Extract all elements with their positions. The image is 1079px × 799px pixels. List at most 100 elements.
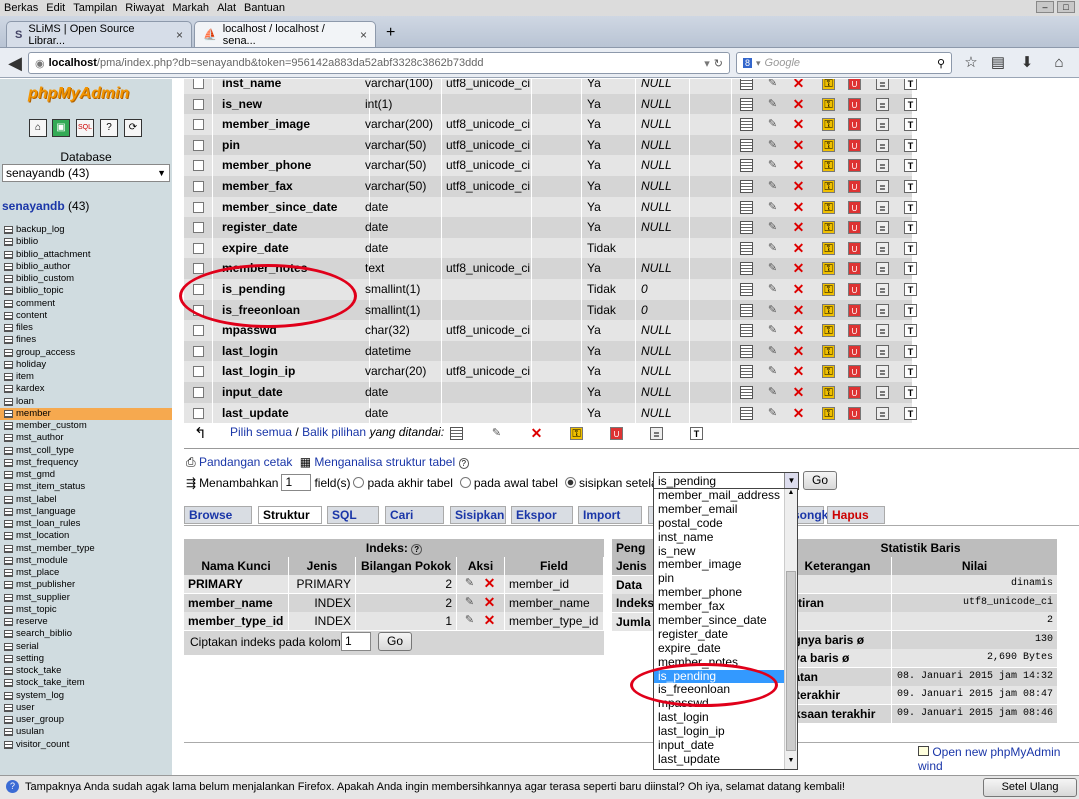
table-icon[interactable] — [4, 422, 13, 431]
index-icon[interactable]: ≣ — [876, 138, 889, 152]
table-icon[interactable] — [4, 434, 13, 443]
table-icon[interactable] — [4, 520, 13, 529]
index-icon[interactable]: ≣ — [876, 365, 889, 379]
subtab-browse[interactable]: Browse — [184, 506, 252, 524]
bulk-primary-key-icon[interactable]: ⚿ — [570, 427, 583, 440]
sidebar-table-member_custom[interactable]: member_custom — [0, 420, 172, 432]
sidebar-table-mst_label[interactable]: mst_label — [0, 494, 172, 506]
dropdown-option-member_notes[interactable]: member_notes — [654, 655, 784, 670]
table-icon[interactable] — [4, 728, 13, 737]
sidebar-table-mst_loan_rules[interactable]: mst_loan_rules — [0, 518, 172, 530]
close-tab-icon[interactable]: × — [176, 28, 183, 42]
sidebar-table-stock_take[interactable]: stock_take — [0, 665, 172, 677]
row-checkbox[interactable] — [193, 181, 204, 192]
drop-icon[interactable]: ✕ — [792, 303, 805, 317]
sidebar-table-mst_module[interactable]: mst_module — [0, 555, 172, 567]
field-count-input[interactable]: 1 — [281, 474, 312, 491]
row-checkbox[interactable] — [193, 263, 204, 275]
radio-end[interactable] — [353, 477, 365, 488]
sidebar-table-mst_author[interactable]: mst_author — [0, 432, 172, 444]
table-icon[interactable] — [4, 532, 13, 541]
radio-begin[interactable] — [459, 477, 471, 488]
edit-index-icon[interactable]: ✎ — [463, 596, 476, 609]
browse-icon[interactable] — [740, 324, 753, 338]
fulltext-icon[interactable]: T — [904, 303, 917, 317]
row-checkbox[interactable] — [193, 119, 204, 131]
sidebar-table-stock_take_item[interactable]: stock_take_item — [0, 677, 172, 689]
sidebar-table-mst_publisher[interactable]: mst_publisher — [0, 579, 172, 591]
sidebar-table-mst_supplier[interactable]: mst_supplier — [0, 592, 172, 604]
table-icon[interactable] — [4, 275, 13, 284]
reset-firefox-button[interactable]: Setel Ulang Firefox... — [983, 778, 1077, 799]
database-select[interactable]: senayandb (43) ▼ — [2, 164, 170, 182]
browse-icon[interactable] — [740, 180, 753, 193]
table-icon[interactable] — [4, 238, 13, 247]
reload-nav-icon[interactable]: ⟳ — [124, 119, 142, 137]
drop-icon[interactable]: ✕ — [792, 406, 805, 420]
browse-icon[interactable] — [740, 221, 753, 235]
edit-icon[interactable]: ✎ — [766, 221, 779, 234]
sidebar-table-mst_member_type[interactable]: mst_member_type — [0, 543, 172, 555]
table-icon[interactable] — [4, 348, 13, 357]
sidebar-table-biblio_attachment[interactable]: biblio_attachment — [0, 249, 172, 261]
edit-icon[interactable]: ✎ — [766, 283, 779, 296]
menu-tampilan[interactable]: Tampilan — [73, 2, 117, 14]
table-icon[interactable] — [4, 630, 13, 639]
sidebar-table-backup_log[interactable]: backup_log — [0, 224, 172, 236]
table-icon[interactable] — [4, 336, 13, 345]
table-icon[interactable] — [4, 483, 13, 492]
google-icon[interactable]: 8 — [743, 58, 753, 68]
menu-markah[interactable]: Markah — [172, 2, 209, 14]
sql-icon[interactable]: SQL — [76, 119, 94, 137]
browse-icon[interactable] — [740, 138, 753, 152]
table-icon[interactable] — [4, 703, 13, 712]
index-icon[interactable]: ≣ — [876, 180, 889, 193]
drop-icon[interactable]: ✕ — [792, 282, 805, 296]
drop-index-icon[interactable]: ✕ — [483, 613, 496, 627]
dropdown-option-member_email[interactable]: member_email — [654, 502, 784, 517]
fulltext-icon[interactable]: T — [904, 159, 917, 173]
help-icon[interactable]: ? — [458, 458, 469, 469]
subtab-hapus[interactable]: Hapus — [827, 506, 885, 524]
menu-riwayat[interactable]: Riwayat — [125, 2, 164, 14]
browse-icon[interactable] — [740, 262, 753, 276]
browse-icon[interactable] — [740, 200, 753, 214]
unique-icon[interactable]: U — [848, 324, 861, 338]
table-icon[interactable] — [4, 740, 13, 749]
drop-icon[interactable]: ✕ — [792, 158, 805, 172]
row-checkbox[interactable] — [193, 201, 204, 213]
primary-key-icon[interactable]: ⚿ — [822, 386, 835, 399]
table-icon[interactable] — [4, 360, 13, 369]
close-tab-icon[interactable]: × — [360, 28, 367, 42]
menu-edit[interactable]: Edit — [46, 2, 65, 14]
dropdown-option-last_update[interactable]: last_update — [654, 752, 784, 767]
table-icon[interactable] — [4, 654, 13, 663]
sidebar-table-usulan[interactable]: usulan — [0, 726, 172, 738]
row-checkbox[interactable] — [193, 304, 204, 316]
edit-icon[interactable]: ✎ — [766, 304, 779, 317]
table-icon[interactable] — [4, 397, 13, 406]
print-view-link[interactable]: Pandangan cetak — [199, 455, 292, 469]
home-icon[interactable]: ⌂ — [29, 119, 47, 137]
unique-icon[interactable]: U — [848, 262, 861, 276]
select-all-link[interactable]: Pilih semua — [230, 425, 292, 439]
primary-key-icon[interactable]: ⚿ — [822, 324, 835, 338]
drop-index-icon[interactable]: ✕ — [483, 595, 496, 609]
fulltext-icon[interactable]: T — [904, 344, 917, 358]
docs-icon[interactable]: ? — [100, 119, 118, 137]
drop-icon[interactable]: ✕ — [792, 220, 805, 234]
unique-icon[interactable]: U — [848, 365, 861, 379]
drop-icon[interactable]: ✕ — [792, 364, 805, 378]
edit-icon[interactable]: ✎ — [766, 159, 779, 172]
bookmark-star-icon[interactable]: ☆ — [960, 52, 982, 74]
database-title[interactable]: senayandb (43) — [2, 199, 89, 213]
dropdown-option-member_since_date[interactable]: member_since_date — [654, 613, 784, 628]
dropdown-option-member_mail_address[interactable]: member_mail_address — [654, 488, 784, 503]
help-icon[interactable]: ? — [411, 544, 423, 555]
bulk-fulltext-icon[interactable]: T — [690, 427, 703, 440]
sidebar-table-mst_frequency[interactable]: mst_frequency — [0, 457, 172, 469]
table-icon[interactable] — [4, 593, 13, 602]
edit-icon[interactable]: ✎ — [766, 262, 779, 275]
table-icon[interactable] — [4, 299, 13, 308]
primary-key-icon[interactable]: ⚿ — [822, 118, 835, 132]
